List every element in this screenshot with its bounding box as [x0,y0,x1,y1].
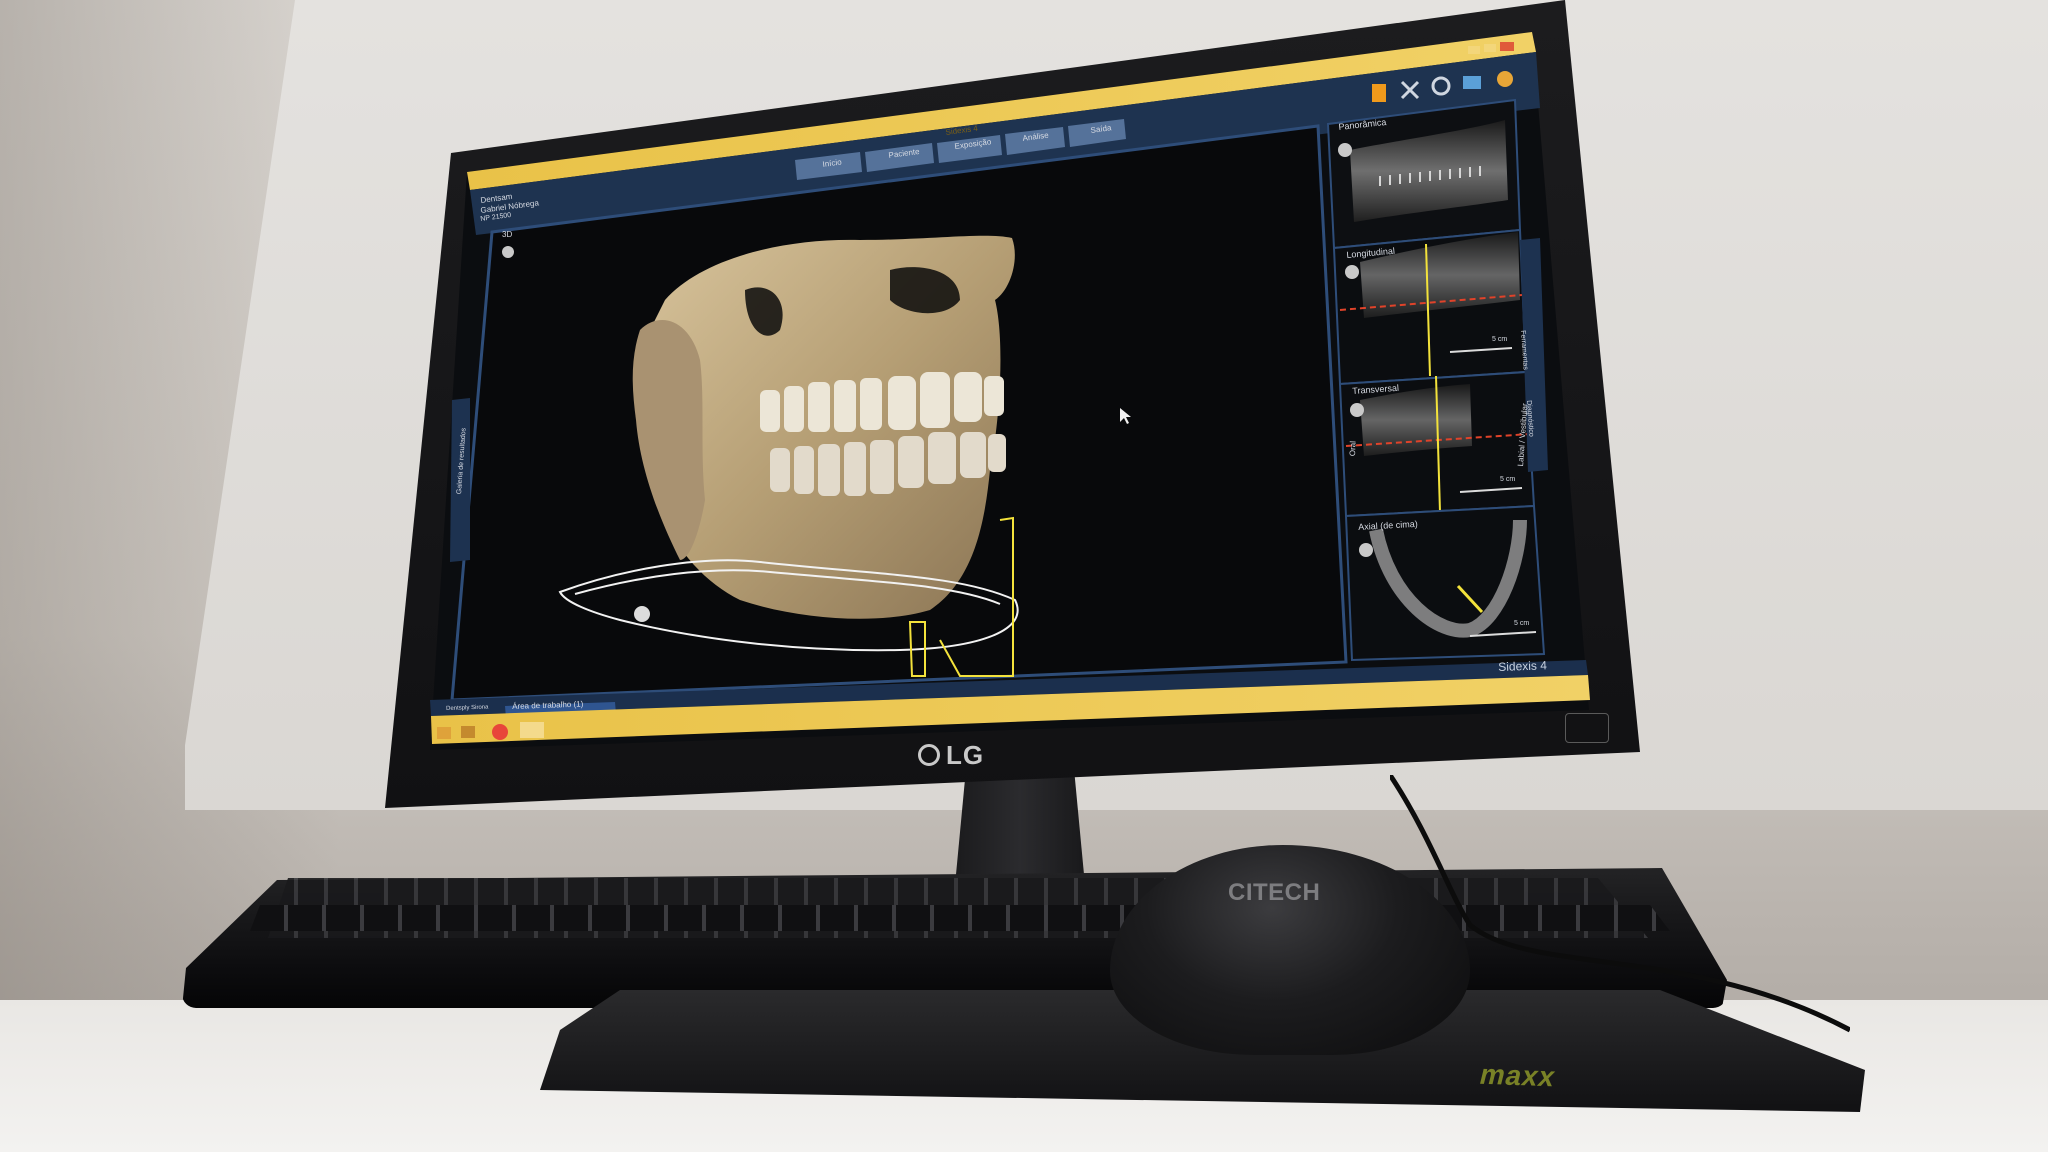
mouse-brand: CITECH [1228,879,1321,906]
monitor-stand [955,775,1085,885]
mousepad-brand: maxx [1476,1058,1560,1093]
